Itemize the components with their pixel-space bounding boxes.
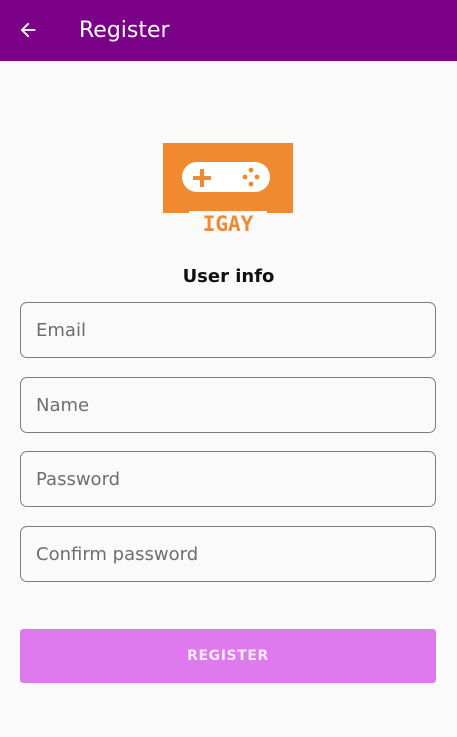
password-input[interactable] (21, 452, 435, 506)
email-input[interactable] (21, 303, 435, 357)
name-input[interactable] (21, 378, 435, 432)
logo-text: IGAY (203, 212, 254, 235)
app-bar: Register (0, 0, 457, 61)
back-button[interactable] (12, 14, 44, 46)
password-field[interactable] (20, 451, 436, 507)
section-title: User info (182, 266, 275, 287)
arrow-left-icon (20, 22, 36, 38)
name-field[interactable] (20, 377, 436, 433)
confirm-password-input[interactable] (21, 527, 435, 581)
app-logo: IGAY (163, 143, 293, 236)
register-button[interactable]: REGISTER (20, 629, 436, 683)
gamepad-icon (182, 162, 270, 192)
page-title: Register (79, 18, 170, 43)
email-field[interactable] (20, 302, 436, 358)
confirm-password-field[interactable] (20, 526, 436, 582)
